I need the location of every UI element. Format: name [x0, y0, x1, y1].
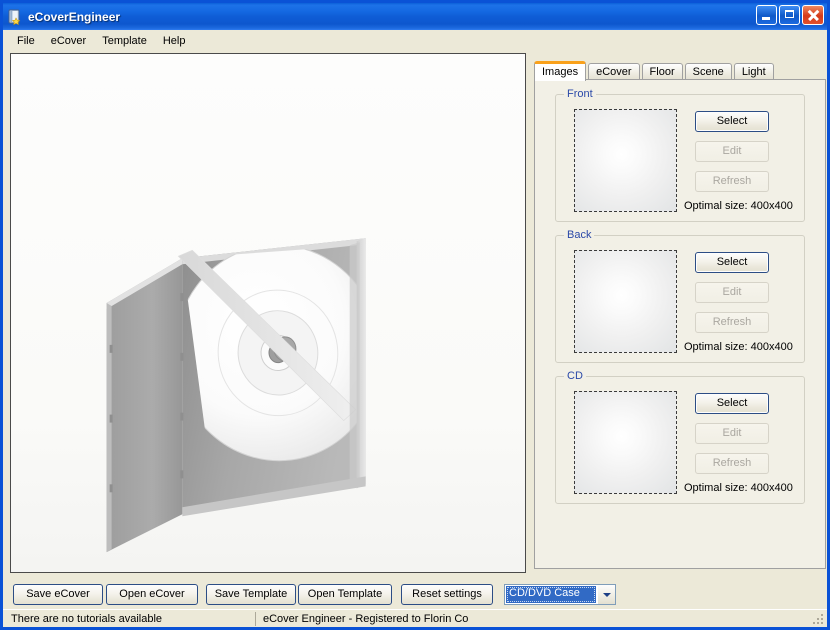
save-template-button[interactable]: Save Template — [206, 584, 296, 605]
back-group-title: Back — [564, 229, 594, 241]
cd-select-button[interactable]: Select — [695, 393, 769, 414]
minimize-button[interactable] — [756, 5, 777, 25]
cd-optimal-size-label: Optimal size: 400x400 — [684, 482, 793, 494]
template-type-value: CD/DVD Case — [506, 586, 596, 603]
tab-ecover[interactable]: eCover — [588, 63, 639, 80]
front-group-title: Front — [564, 88, 596, 100]
front-select-button[interactable]: Select — [695, 111, 769, 132]
cd-group-title: CD — [564, 370, 586, 382]
template-type-combobox[interactable]: CD/DVD Case — [504, 584, 616, 605]
cd-refresh-button[interactable]: Refresh — [695, 453, 769, 474]
front-optimal-size-label: Optimal size: 400x400 — [684, 200, 793, 212]
back-edit-button[interactable]: Edit — [695, 282, 769, 303]
cd-edit-button[interactable]: Edit — [695, 423, 769, 444]
status-bar: There are no tutorials available eCover … — [3, 609, 827, 627]
open-template-button[interactable]: Open Template — [298, 584, 392, 605]
front-thumbnail[interactable] — [574, 109, 677, 212]
3d-cover-render — [11, 54, 525, 572]
app-case-icon — [7, 9, 23, 25]
status-divider — [255, 612, 256, 626]
resize-grip[interactable] — [813, 614, 825, 626]
tab-light[interactable]: Light — [734, 63, 774, 80]
front-edit-button[interactable]: Edit — [695, 141, 769, 162]
application-window: eCoverEngineer File eCover Template Help — [0, 0, 830, 630]
back-thumbnail[interactable] — [574, 250, 677, 353]
back-optimal-size-label: Optimal size: 400x400 — [684, 341, 793, 353]
close-button[interactable] — [802, 5, 824, 25]
maximize-button[interactable] — [779, 5, 800, 25]
cover-preview-panel[interactable] — [10, 53, 526, 573]
reset-settings-button[interactable]: Reset settings — [401, 584, 493, 605]
save-ecover-button[interactable]: Save eCover — [13, 584, 103, 605]
cd-image-group: CD Select Edit Refresh Optimal size: 400… — [555, 376, 805, 504]
cd-thumbnail[interactable] — [574, 391, 677, 494]
menu-item-template[interactable]: Template — [94, 32, 155, 50]
minimize-icon — [762, 17, 770, 20]
menu-item-help[interactable]: Help — [155, 32, 194, 50]
tab-floor[interactable]: Floor — [642, 63, 683, 80]
window-title: eCoverEngineer — [28, 10, 120, 24]
back-image-group: Back Select Edit Refresh Optimal size: 4… — [555, 235, 805, 363]
menu-item-file[interactable]: File — [9, 32, 43, 50]
tab-scene[interactable]: Scene — [685, 63, 732, 80]
back-select-button[interactable]: Select — [695, 252, 769, 273]
bottom-toolbar: Save eCover Open eCover Save Template Op… — [3, 577, 827, 609]
window-controls — [756, 5, 824, 25]
maximize-icon — [785, 10, 794, 18]
status-right-text: eCover Engineer - Registered to Florin C… — [263, 612, 468, 626]
open-ecover-button[interactable]: Open eCover — [106, 584, 198, 605]
images-tab-panel: Front Select Edit Refresh Optimal size: … — [534, 79, 826, 569]
tab-images[interactable]: Images — [534, 61, 586, 81]
menu-bar: File eCover Template Help — [3, 30, 827, 51]
front-refresh-button[interactable]: Refresh — [695, 171, 769, 192]
front-image-group: Front Select Edit Refresh Optimal size: … — [555, 94, 805, 222]
menu-item-ecover[interactable]: eCover — [43, 32, 94, 50]
status-left-text: There are no tutorials available — [11, 612, 162, 626]
title-bar: eCoverEngineer — [3, 3, 827, 30]
settings-tabstrip: Images eCover Floor Scene Light — [534, 60, 826, 80]
back-refresh-button[interactable]: Refresh — [695, 312, 769, 333]
chevron-down-icon[interactable] — [597, 585, 615, 604]
